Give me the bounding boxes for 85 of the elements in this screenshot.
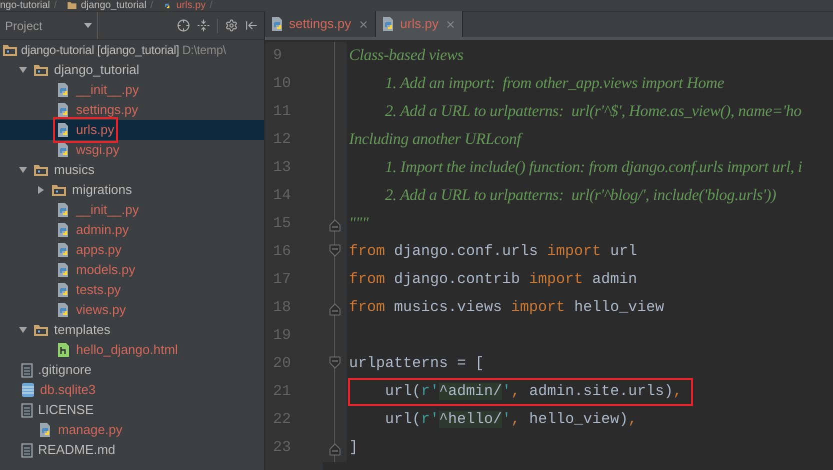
tree-item[interactable]: apps.py xyxy=(76,240,122,260)
tree-item[interactable]: db.sqlite3 xyxy=(40,380,96,400)
code-comment: """ xyxy=(349,214,369,234)
tree-item[interactable]: __init__.py xyxy=(76,80,139,100)
locate-icon[interactable] xyxy=(177,19,190,32)
code-line: url(r'^hello/', hello_view), xyxy=(385,410,638,430)
close-icon[interactable] xyxy=(358,18,370,30)
tree-item[interactable]: tests.py xyxy=(76,280,121,300)
expanded-arrow-icon[interactable] xyxy=(18,325,28,335)
breadcrumb-separator: / xyxy=(54,0,57,10)
expanded-arrow-icon[interactable] xyxy=(18,165,28,175)
fold-marker-icon[interactable] xyxy=(329,442,341,456)
tab-label: urls.py xyxy=(400,15,438,34)
code-line: ] xyxy=(349,438,358,458)
python-file-icon xyxy=(57,282,71,298)
editor-tab[interactable]: urls.py xyxy=(376,11,464,37)
tree-item[interactable]: __init__.py xyxy=(76,200,139,220)
python-file-icon xyxy=(57,202,71,218)
tree-item[interactable]: migrations xyxy=(72,180,132,200)
code-comment: 2. Add a URL to urlpatterns: url(r'^$', Home.as_view(), name='ho xyxy=(385,102,802,122)
tree-item[interactable]: admin.py xyxy=(76,220,129,240)
tree-item[interactable]: .gitignore xyxy=(38,360,92,380)
python-file-icon xyxy=(57,142,71,158)
text-file-icon xyxy=(21,362,33,378)
code-line: from django.contrib import admin xyxy=(349,270,638,290)
tree-item[interactable]: hello_django.html xyxy=(76,340,178,360)
fold-marker-icon[interactable] xyxy=(329,356,341,370)
fold-marker-icon[interactable] xyxy=(329,218,341,232)
python-file-icon xyxy=(39,422,53,438)
settings-icon[interactable] xyxy=(225,19,238,32)
code-line: from django.conf.urls import url xyxy=(349,242,638,262)
breadcrumb-item[interactable]: django_tutorial xyxy=(80,0,146,10)
python-file-icon xyxy=(57,102,71,118)
code-comment: 2. Add a URL to urlpatterns: url(r'^blog/', include('blog.urls')) xyxy=(385,186,776,206)
breadcrumb-item[interactable]: urls.py xyxy=(176,0,206,10)
expanded-arrow-icon[interactable] xyxy=(18,65,28,75)
python-file-icon xyxy=(57,302,71,318)
caret-icon xyxy=(84,23,92,28)
code-line: url(r'^admin/', admin.site.urls), xyxy=(385,382,682,402)
database-icon xyxy=(21,382,35,398)
python-file-icon xyxy=(271,16,285,32)
tree-item[interactable]: manage.py xyxy=(58,420,122,440)
collapse-all-icon[interactable] xyxy=(197,19,210,32)
code-comment: 1. Import the include() function: from django.conf.urls import url, i xyxy=(385,158,802,178)
hide-panel-icon[interactable] xyxy=(245,19,258,32)
tree-item[interactable]: urls.py xyxy=(76,120,114,140)
folder-icon xyxy=(33,324,49,336)
python-file-icon xyxy=(57,82,71,98)
tree-item[interactable]: views.py xyxy=(76,300,126,320)
tree-item[interactable]: django-tutorial [django_tutorial] xyxy=(21,41,180,59)
tree-item[interactable]: LICENSE xyxy=(38,400,94,420)
python-file-icon xyxy=(57,222,71,238)
folder-icon xyxy=(33,64,49,76)
fold-marker-icon[interactable] xyxy=(329,244,341,258)
project-path: D:\temp\ xyxy=(182,42,226,59)
folder-icon xyxy=(66,0,77,10)
tree-item[interactable]: README.md xyxy=(38,440,116,460)
project-view-dropdown[interactable]: Project xyxy=(0,12,98,39)
breadcrumb-separator: / xyxy=(150,0,154,10)
tree-item[interactable]: wsgi.py xyxy=(76,140,120,160)
tab-label: settings.py xyxy=(289,15,352,34)
tree-item[interactable]: django_tutorial xyxy=(54,60,140,80)
tree-item[interactable]: templates xyxy=(54,320,110,340)
python-file-icon xyxy=(57,242,71,258)
text-file-icon xyxy=(21,402,33,418)
fold-marker-icon[interactable] xyxy=(329,302,341,316)
folder-icon xyxy=(51,184,67,196)
breadcrumb-separator: / xyxy=(210,0,212,10)
code-line: from musics.views import hello_view xyxy=(349,298,664,318)
tree-item[interactable]: models.py xyxy=(76,260,136,280)
text-file-icon xyxy=(21,442,33,458)
close-icon[interactable] xyxy=(445,18,456,30)
tree-item[interactable]: settings.py xyxy=(76,100,138,120)
python-file-icon xyxy=(57,262,71,278)
collapsed-arrow-icon[interactable] xyxy=(36,185,46,195)
folder-icon xyxy=(33,164,49,176)
code-comment: Class-based views xyxy=(349,46,464,66)
breadcrumb-item[interactable]: ngo-tutorial xyxy=(0,0,50,10)
code-comment: 1. Add an import: from other_app.views import Home xyxy=(385,74,724,94)
code-comment: Including another URLconf xyxy=(349,130,521,150)
editor-tab[interactable]: settings.py xyxy=(265,11,376,37)
python-file-icon xyxy=(57,122,71,138)
html-file-icon xyxy=(57,342,71,358)
code-line: urlpatterns = [ xyxy=(349,354,484,374)
tree-item[interactable]: musics xyxy=(54,160,94,180)
